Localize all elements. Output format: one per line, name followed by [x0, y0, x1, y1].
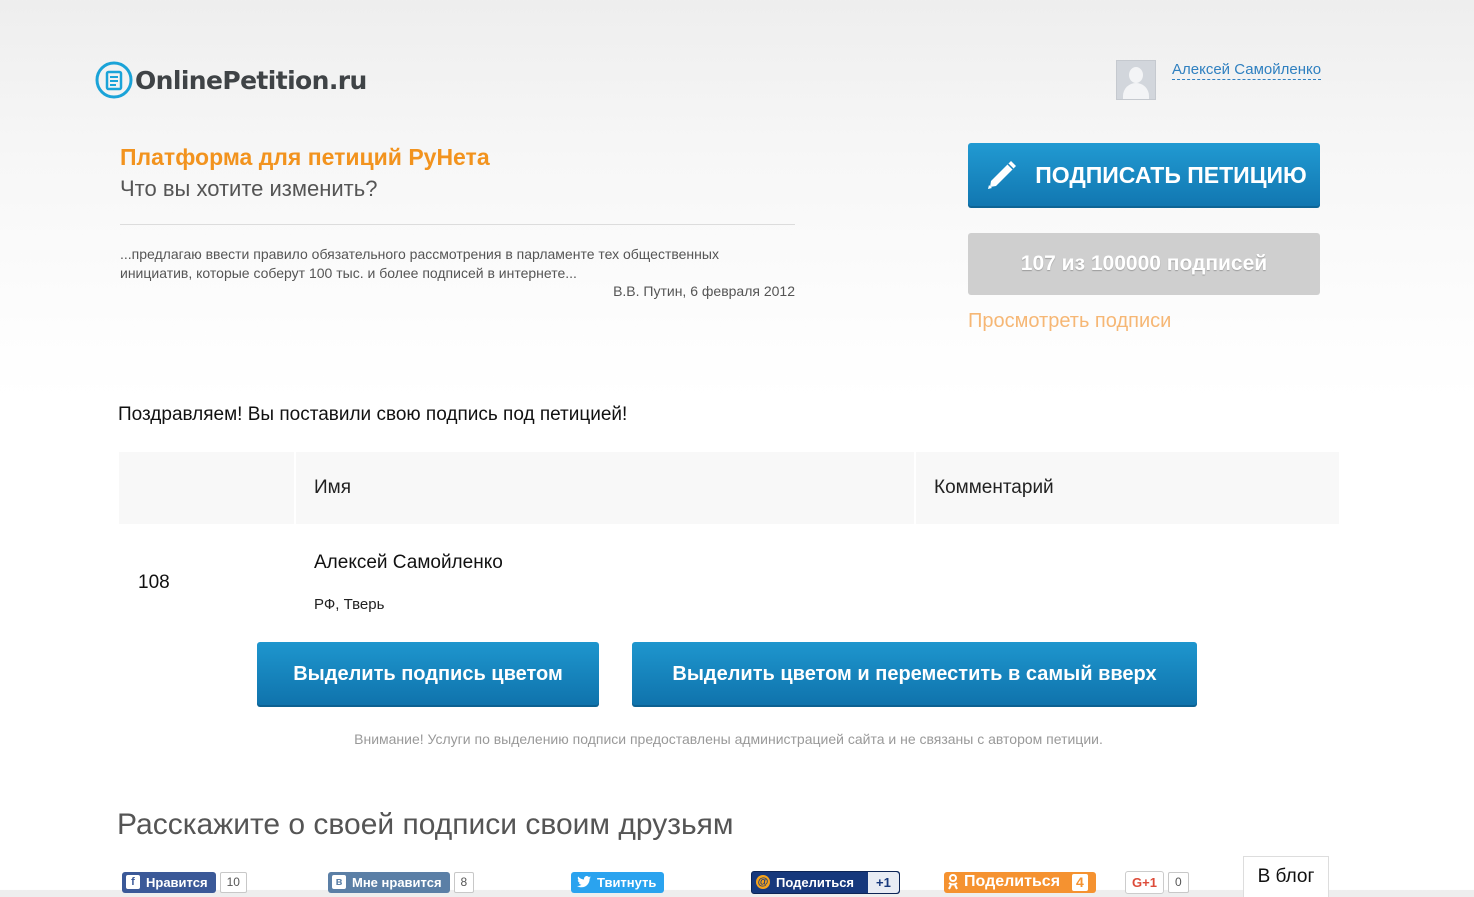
blog-button[interactable]: В блог [1243, 856, 1329, 897]
avatar-head [1129, 67, 1143, 83]
signature-counter: 107 из 100000 подписей [968, 233, 1320, 295]
column-header-name: Имя [296, 452, 914, 524]
page-tagline: Платформа для петиций РуНета [120, 144, 490, 170]
share-title: Расскажите о своей подписи своим друзьям [117, 808, 734, 841]
sign-petition-button[interactable]: ПОДПИСАТЬ ПЕТИЦИЮ [968, 143, 1320, 208]
user-name-link[interactable]: Алексей Самойленко [1172, 61, 1322, 80]
row-signer-location: РФ, Тверь [314, 596, 385, 613]
odnoklassniki-icon [948, 874, 958, 890]
vk-like-button[interactable]: в Мне нравится [328, 871, 450, 893]
page-subtagline: Что вы хотите изменить? [120, 176, 378, 201]
facebook-like-label: Нравится [146, 874, 208, 890]
odnoklassniki-share-label: Поделиться [964, 873, 1061, 890]
mailru-share-count: +1 [868, 871, 899, 893]
avatar[interactable] [1116, 60, 1156, 100]
pen-icon [988, 160, 1017, 189]
googleplus-button[interactable]: G+1 [1125, 870, 1164, 894]
logo-icon [95, 61, 133, 99]
mailru-at-icon: @ [756, 875, 770, 889]
odnoklassniki-share-count: 4 [1072, 873, 1088, 891]
twitter-bird-icon [577, 876, 591, 888]
odnoklassniki-share-button[interactable]: Поделиться 4 [944, 871, 1096, 893]
vk-like-label: Мне нравится [352, 874, 442, 890]
facebook-like-count: 10 [219, 871, 247, 893]
avatar-body [1123, 83, 1149, 99]
mailru-share-button[interactable]: @ Поделиться +1 [751, 870, 900, 894]
row-signer-name: Алексей Самойленко [314, 552, 503, 573]
column-header-number [119, 452, 294, 524]
facebook-icon: f [126, 875, 140, 889]
sign-petition-label: ПОДПИСАТЬ ПЕТИЦИЮ [1035, 162, 1307, 188]
quote-author: В.В. Путин, 6 февраля 2012 [613, 283, 795, 299]
highlight-move-top-button[interactable]: Выделить цветом и переместить в самый вв… [632, 642, 1197, 707]
tweet-label: Твитнуть [597, 874, 657, 890]
facebook-like-button[interactable]: f Нравится [122, 871, 216, 893]
quote-text: ...предлагаю ввести правило обязательног… [120, 246, 719, 281]
view-signatures-link[interactable]: Просмотреть подписи [968, 310, 1171, 333]
mailru-share-label: Поделиться [776, 874, 855, 890]
logo-text: OnlinePetition.ru [135, 65, 367, 95]
row-number: 108 [138, 572, 170, 593]
confirmation-message: Поздравляем! Вы поставили свою подпись п… [118, 404, 628, 425]
services-notice: Внимание! Услуги по выделению подписи пр… [354, 731, 1103, 747]
tweet-button[interactable]: Твитнуть [571, 871, 665, 893]
column-header-comment: Комментарий [916, 452, 1339, 524]
highlight-signature-button[interactable]: Выделить подпись цветом [257, 642, 599, 707]
vk-like-count: 8 [453, 871, 475, 893]
intro-divider [120, 224, 795, 225]
signatures-table-header: Имя Комментарий [119, 452, 1339, 524]
googleplus-count: 0 [1167, 871, 1189, 893]
user-menu[interactable]: Алексей Самойленко [1116, 60, 1322, 100]
site-logo[interactable]: OnlinePetition.ru [95, 60, 367, 100]
vk-icon: в [332, 875, 346, 889]
